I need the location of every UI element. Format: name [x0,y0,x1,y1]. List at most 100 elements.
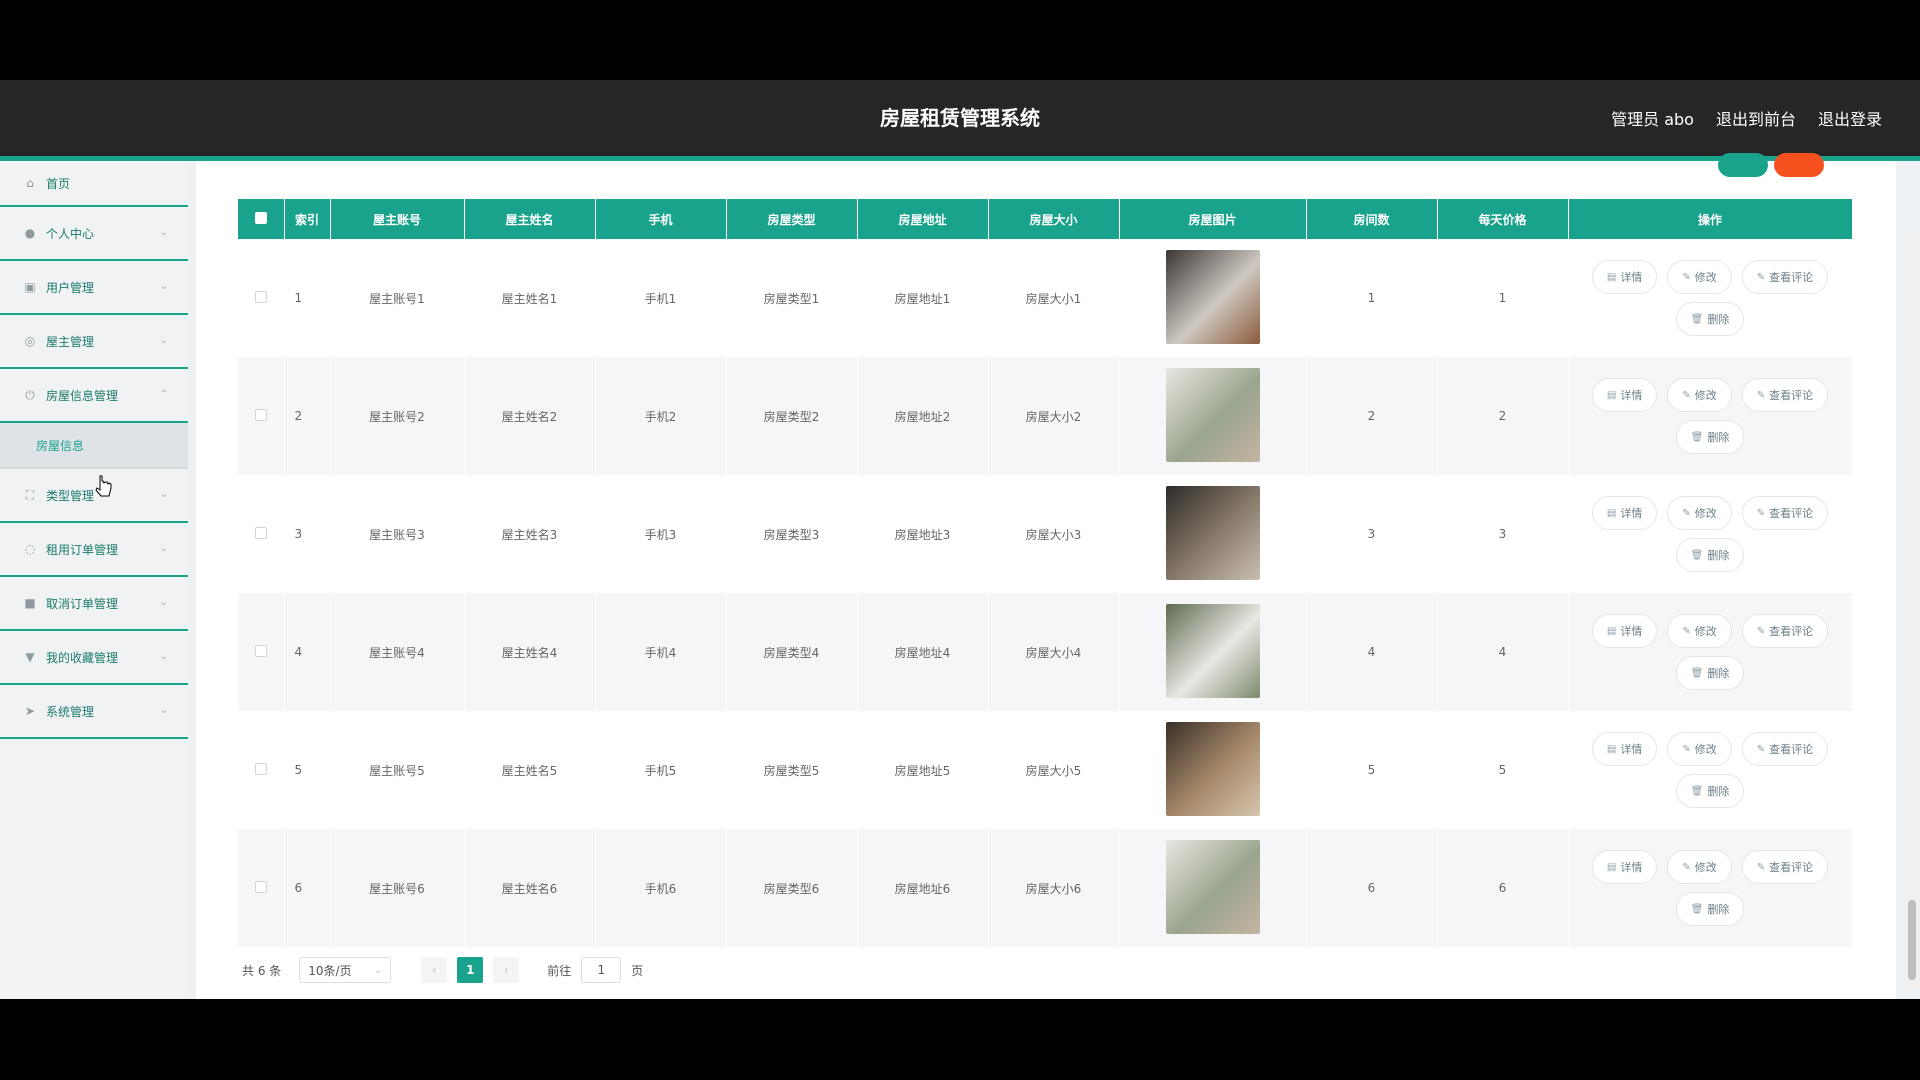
sidebar-item-home[interactable]: ⌂ 首页 [0,161,188,207]
power-icon: ⏻ [25,387,35,402]
view-comments-button[interactable]: ✎ 查看评论 [1741,850,1829,884]
detail-button[interactable]: ▤ 详情 [1591,378,1658,412]
row-select-cell[interactable] [238,593,285,711]
row-select-cell[interactable] [238,239,285,357]
row-checkbox[interactable] [254,880,267,893]
delete-button[interactable]: 🗑 删除 [1675,656,1745,690]
row-checkbox[interactable] [254,762,267,775]
sidebar-item-user-management[interactable]: ▣ 用户管理 ⌄ [0,261,188,315]
cell-account: 屋主账号1 [330,239,465,357]
cell-rooms: 1 [1306,239,1438,357]
edit-button[interactable]: ✎ 修改 [1667,496,1732,530]
row-checkbox[interactable] [254,644,267,657]
column-header[interactable]: 每天价格 [1437,199,1569,239]
column-header[interactable]: 屋主姓名 [464,199,596,239]
sidebar-item-rental-order-management[interactable]: ◌ 租用订单管理 ⌄ [0,523,188,577]
house-photo[interactable] [1165,839,1260,934]
next-page-button[interactable]: › [493,957,520,983]
delete-button[interactable]: 🗑 删除 [1675,538,1745,572]
edit-button[interactable]: ✎ 修改 [1667,850,1732,884]
house-photo[interactable] [1165,721,1260,816]
row-select-cell[interactable] [238,711,285,829]
sidebar-item-owner-management[interactable]: ◎ 屋主管理 ⌄ [0,315,188,369]
column-header[interactable]: 房间数 [1306,199,1438,239]
delete-button[interactable]: 🗑 删除 [1675,892,1745,926]
row-select-cell[interactable] [238,357,285,475]
comments-label: 查看评论 [1769,743,1814,756]
column-header[interactable]: 索引 [284,199,331,239]
detail-button[interactable]: ▤ 详情 [1591,496,1658,530]
trash-icon: 🗑 [1690,903,1704,915]
detail-button[interactable]: ▤ 详情 [1591,260,1658,294]
table-row: 3 屋主账号3 屋主姓名3 手机3 房屋类型3 房屋地址3 房屋大小3 3 3 ▤ 详情 ✎ 修改 ✎ 查看… [238,475,1853,593]
column-header[interactable]: 房屋地址 [857,199,989,239]
cell-account: 屋主账号3 [330,475,465,593]
prev-page-button[interactable]: ‹ [421,957,448,983]
house-photo[interactable] [1165,249,1260,344]
row-index: 6 [284,829,331,947]
row-select-cell[interactable] [238,829,285,947]
logout-link[interactable]: 退出登录 [1818,106,1882,130]
view-comments-button[interactable]: ✎ 查看评论 [1741,378,1829,412]
detail-label: 详情 [1620,507,1643,520]
column-header[interactable]: 房屋类型 [726,199,858,239]
sidebar-item-house-info-management[interactable]: ⏻ 房屋信息管理 ⌃ [0,369,188,423]
page-scrollbar[interactable] [1902,230,1920,990]
scrollbar-thumb[interactable] [1908,900,1916,980]
column-header[interactable]: 房屋大小 [988,199,1120,239]
header-links: 管理员 abo 退出到前台 退出登录 [1611,80,1882,156]
edit-button[interactable]: ✎ 修改 [1667,732,1732,766]
detail-button[interactable]: ▤ 详情 [1591,732,1658,766]
row-checkbox[interactable] [254,290,267,303]
sidebar-item-personal-center[interactable]: ● 个人中心 ⌄ [0,207,188,261]
bottom-black-band [0,999,1920,1080]
delete-button[interactable]: 🗑 删除 [1675,774,1745,808]
row-select-cell[interactable] [238,475,285,593]
home-icon: ⌂ [26,176,34,190]
delete-label: 删除 [1707,431,1730,444]
users-icon: ▣ [24,280,36,294]
row-index: 1 [284,239,331,357]
view-comments-button[interactable]: ✎ 查看评论 [1741,260,1829,294]
sidebar-item-cancel-order-management[interactable]: ■ 取消订单管理 ⌄ [0,577,188,631]
sidebar-item-label: 房屋信息管理 [46,388,119,403]
detail-button[interactable]: ▤ 详情 [1591,850,1658,884]
edit-button[interactable]: ✎ 修改 [1667,378,1732,412]
row-checkbox[interactable] [254,408,267,421]
delete-button[interactable]: 🗑 删除 [1675,420,1745,454]
select-all-checkbox[interactable] [254,211,267,224]
comments-label: 查看评论 [1769,271,1814,284]
goto-page-input[interactable]: 1 [581,957,622,983]
select-all-header[interactable] [238,199,285,239]
sidebar-item-favorites-management[interactable]: ▼ 我的收藏管理 ⌄ [0,631,188,685]
document-icon: ▤ [1606,625,1617,637]
current-page-button[interactable]: 1 [457,957,484,983]
cell-address: 房屋地址4 [857,593,989,711]
view-comments-button[interactable]: ✎ 查看评论 [1741,496,1829,530]
cell-name: 屋主姓名2 [464,357,596,475]
cell-price: 1 [1437,239,1569,357]
house-photo[interactable] [1165,367,1260,462]
view-comments-button[interactable]: ✎ 查看评论 [1741,732,1829,766]
cell-actions: ▤ 详情 ✎ 修改 ✎ 查看评论 🗑 删除 [1568,239,1853,357]
detail-button[interactable]: ▤ 详情 [1591,614,1658,648]
exit-to-front-link[interactable]: 退出到前台 [1716,106,1796,130]
column-header[interactable]: 屋主账号 [330,199,465,239]
edit-button[interactable]: ✎ 修改 [1667,614,1732,648]
page-suffix: 页 [631,963,644,978]
house-photo[interactable] [1165,485,1260,580]
send-icon: ➤ [24,704,36,718]
batch-delete-button[interactable] [1774,153,1824,177]
cell-name: 屋主姓名4 [464,593,596,711]
add-button[interactable] [1718,153,1768,177]
house-photo[interactable] [1165,603,1260,698]
page-size-select[interactable]: 10条/页 ⌄ [299,957,392,983]
delete-button[interactable]: 🗑 删除 [1675,302,1745,336]
cell-size: 房屋大小6 [988,829,1120,947]
column-header[interactable]: 手机 [595,199,727,239]
submenu-item-house-info[interactable]: 房屋信息 [0,423,188,469]
row-checkbox[interactable] [254,526,267,539]
view-comments-button[interactable]: ✎ 查看评论 [1741,614,1829,648]
sidebar-item-system-management[interactable]: ➤ 系统管理 ⌄ [0,685,188,739]
edit-button[interactable]: ✎ 修改 [1667,260,1732,294]
